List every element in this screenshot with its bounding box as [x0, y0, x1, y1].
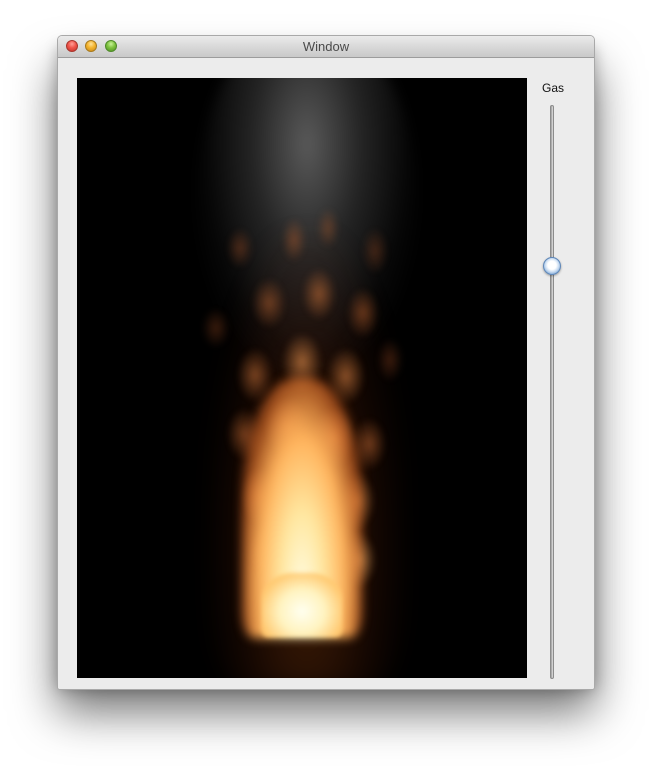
flame-particle: [282, 218, 306, 262]
gas-slider-knob[interactable]: [543, 256, 561, 275]
fire-gl-view: [77, 78, 527, 678]
flame-particle: [252, 278, 286, 328]
flame-particle: [202, 308, 230, 348]
flame-particle: [317, 208, 339, 248]
flame-particle: [302, 268, 336, 320]
gas-slider-label: Gas: [542, 81, 565, 95]
titlebar[interactable]: Window: [58, 36, 594, 58]
flame-particle: [377, 338, 403, 382]
screen: Window Gas: [0, 0, 652, 770]
fire-base: [262, 573, 342, 637]
flame-particle: [227, 228, 253, 268]
app-window: Window Gas: [57, 35, 595, 690]
flame-particle: [347, 288, 379, 338]
flame-particle: [362, 228, 388, 274]
window-title: Window: [302, 39, 350, 54]
window-content: Gas: [58, 58, 594, 689]
gas-slider-track[interactable]: [550, 105, 554, 679]
